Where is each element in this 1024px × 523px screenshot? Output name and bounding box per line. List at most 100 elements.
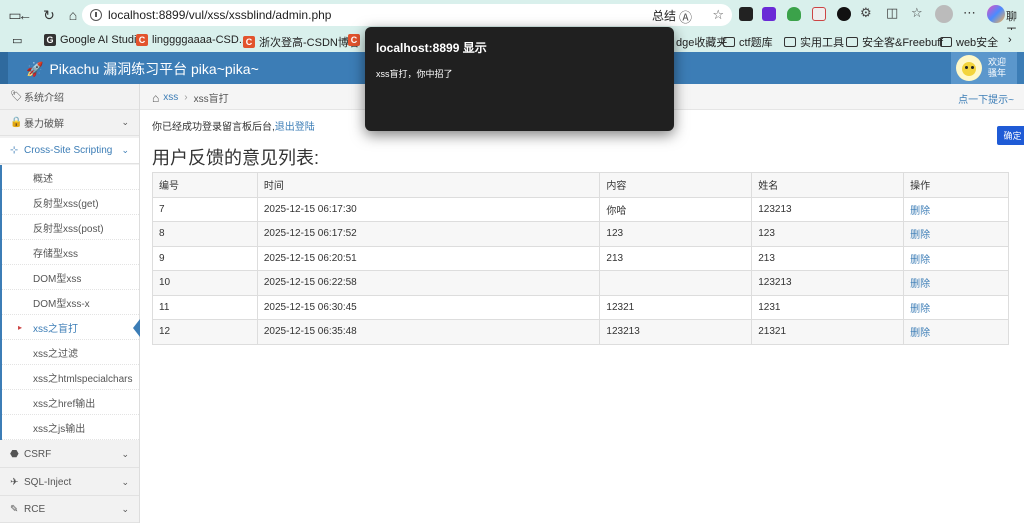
sub-item-dom[interactable]: DOM型xss — [2, 265, 139, 290]
delete-link[interactable]: 删除 — [903, 270, 1009, 296]
sub-item-stored[interactable]: 存储型xss — [2, 240, 139, 265]
reading-list-icon[interactable]: ▭ — [12, 34, 22, 47]
extensions-puzzle-icon[interactable]: ⚙ — [860, 5, 872, 21]
sub-item-href[interactable]: xss之href输出 — [2, 390, 139, 415]
sub-item-label: 存储型xss — [33, 248, 78, 260]
column-header: 内容 — [599, 172, 753, 198]
logout-link[interactable]: 退出登陆 — [275, 122, 315, 133]
sidebar-item-bruteforce[interactable]: 🔒 暴力破解 ⌄ — [0, 110, 139, 136]
delete-link[interactable]: 删除 — [903, 221, 1009, 247]
bookmark-folder[interactable]: 实用工具 — [784, 34, 844, 50]
read-aloud-icon[interactable]: Ⓐ — [679, 7, 692, 26]
bookmark-item[interactable]: G Google AI Studio — [44, 34, 143, 46]
sitemap-icon: ⊹ — [10, 145, 19, 156]
sidebar-item-sqli[interactable]: ✈ SQL-Inject ⌄ — [0, 470, 139, 496]
shield-extension-icon[interactable] — [787, 7, 801, 21]
welcome-text: 欢迎 骚年 — [988, 57, 1006, 79]
sub-item-label: DOM型xss — [33, 273, 82, 285]
site-info-icon[interactable] — [90, 9, 102, 21]
breadcrumb-link-xss[interactable]: xss — [163, 92, 178, 103]
bookmark-item[interactable]: C — [348, 34, 364, 46]
login-message-text: 你已经成功登录留言板后台, — [152, 122, 275, 133]
table-row: 9 2025-12-15 06:20:51 213 213 删除 — [152, 245, 1009, 271]
extension-icon[interactable] — [739, 7, 753, 21]
split-screen-icon[interactable]: ◫ — [886, 5, 898, 21]
bookmark-folder[interactable]: ctf题库 — [723, 34, 773, 50]
chevron-down-icon: ⌄ — [121, 145, 129, 155]
bookmark-folder[interactable]: 安全客&Freebuff — [846, 34, 943, 50]
cell-name: 1231 — [751, 294, 905, 320]
delete-link[interactable]: 删除 — [903, 245, 1009, 271]
extension-icon[interactable] — [837, 7, 851, 21]
sidebar-item-label: 暴力破解 — [24, 119, 64, 130]
table-row: 12 2025-12-15 06:35:48 123213 21321 删除 — [152, 319, 1009, 345]
sidebar-item-csrf[interactable]: ⬣ CSRF ⌄ — [0, 442, 139, 468]
sub-item-reflected-post[interactable]: 反射型xss(post) — [2, 215, 139, 240]
table-row: 10 2025-12-15 06:22:58 123213 删除 — [152, 270, 1009, 296]
cell-id: 7 — [152, 196, 258, 222]
sub-item-label: xss之href输出 — [33, 398, 96, 410]
bookmark-item[interactable]: C 浙次登高-CSDN博客 — [243, 34, 360, 50]
favorite-star-icon[interactable]: ☆ — [712, 7, 724, 23]
delete-link[interactable]: 删除 — [903, 319, 1009, 345]
sidebar: 🏷 系统介绍 🔒 暴力破解 ⌄ ⊹ Cross-Site Scripting ⌄… — [0, 84, 140, 523]
sub-item-overview[interactable]: 概述 — [2, 165, 139, 190]
more-menu-icon[interactable]: ⋯ — [963, 5, 976, 21]
plane-icon: ✈ — [10, 477, 19, 488]
bookmark-item[interactable]: dge收藏夹 — [676, 34, 727, 50]
address-bar[interactable]: localhost:8899/vul/xss/xssblind/admin.ph… — [82, 4, 732, 26]
cell-content — [599, 270, 753, 296]
cell-time: 2025-12-15 06:17:30 — [256, 196, 601, 222]
table-row: 11 2025-12-15 06:30:45 12321 1231 删除 — [152, 294, 1009, 320]
welcome-line-1: 欢迎 — [988, 57, 1007, 67]
sidebar-item-intro[interactable]: 🏷 系统介绍 — [0, 84, 139, 110]
cell-id: 11 — [152, 294, 258, 320]
sidebar-item-xss[interactable]: ⊹ Cross-Site Scripting ⌄ — [0, 138, 139, 164]
delete-link[interactable]: 删除 — [903, 196, 1009, 222]
sub-item-dom-x[interactable]: DOM型xss-x — [2, 290, 139, 315]
sub-item-blind[interactable]: xss之盲打 — [2, 315, 140, 340]
cell-id: 12 — [152, 319, 258, 345]
refresh-icon[interactable]: ↻ — [38, 4, 60, 26]
bookmark-folder[interactable]: web安全 — [940, 34, 998, 50]
alert-dialog: localhost:8899 显示 xss盲打，你中招了 确定 — [365, 27, 1024, 146]
sub-item-label: 反射型xss(post) — [33, 223, 104, 235]
address-url[interactable]: localhost:8899/vul/xss/xssblind/admin.ph… — [108, 8, 331, 22]
user-menu[interactable]: 欢迎 骚年 — [951, 52, 1017, 84]
cell-time: 2025-12-15 06:35:48 — [256, 319, 601, 345]
delete-link[interactable]: 删除 — [903, 294, 1009, 320]
dialog-title: localhost:8899 显示 — [376, 41, 487, 55]
column-header: 姓名 — [751, 172, 905, 198]
profile-avatar[interactable] — [935, 5, 953, 23]
sub-item-js[interactable]: xss之js输出 — [2, 415, 139, 440]
summarize-button[interactable]: 总结 — [652, 7, 676, 24]
extension-icon[interactable] — [812, 7, 826, 21]
sub-item-htmlspecialchars[interactable]: xss之htmlspecialchars — [2, 365, 139, 390]
bookmark-item[interactable]: Clinggggaaaa-CSD... — [136, 34, 248, 46]
app-title[interactable]: 🚀 Pikachu 漏洞练习平台 pika~pika~ — [26, 59, 259, 79]
rocket-icon: 🚀 — [26, 60, 44, 77]
chevron-down-icon: ⌄ — [121, 504, 129, 514]
cell-name: 21321 — [751, 319, 905, 345]
sidebar-item-rce[interactable]: ✎ RCE ⌄ — [0, 497, 139, 523]
hint-link[interactable]: 点一下提示~ — [958, 91, 1014, 106]
cell-name: 123213 — [751, 270, 905, 296]
copilot-icon[interactable] — [987, 5, 1005, 23]
sidebar-item-label: SQL-Inject — [24, 477, 72, 488]
breadcrumb-current: xss盲打 — [193, 94, 229, 105]
csrf-icon: ⬣ — [10, 449, 19, 460]
ok-button[interactable]: 确定 — [996, 125, 1024, 146]
extension-icon[interactable] — [762, 7, 776, 21]
home-icon[interactable]: ⌂ — [62, 4, 84, 26]
back-icon[interactable]: ← — [14, 4, 36, 26]
home-icon[interactable]: ⌂ — [152, 91, 159, 105]
folder-icon — [784, 37, 796, 47]
cell-content: 你哈 — [599, 196, 753, 222]
cell-time: 2025-12-15 06:30:45 — [256, 294, 601, 320]
bookmarks-overflow-icon[interactable]: › — [1008, 34, 1012, 46]
avatar — [956, 55, 982, 81]
google-ai-studio-icon: G — [44, 34, 56, 46]
sub-item-filter[interactable]: xss之过滤 — [2, 340, 139, 365]
favorites-icon[interactable]: ☆ — [911, 5, 923, 21]
sub-item-reflected-get[interactable]: 反射型xss(get) — [2, 190, 139, 215]
